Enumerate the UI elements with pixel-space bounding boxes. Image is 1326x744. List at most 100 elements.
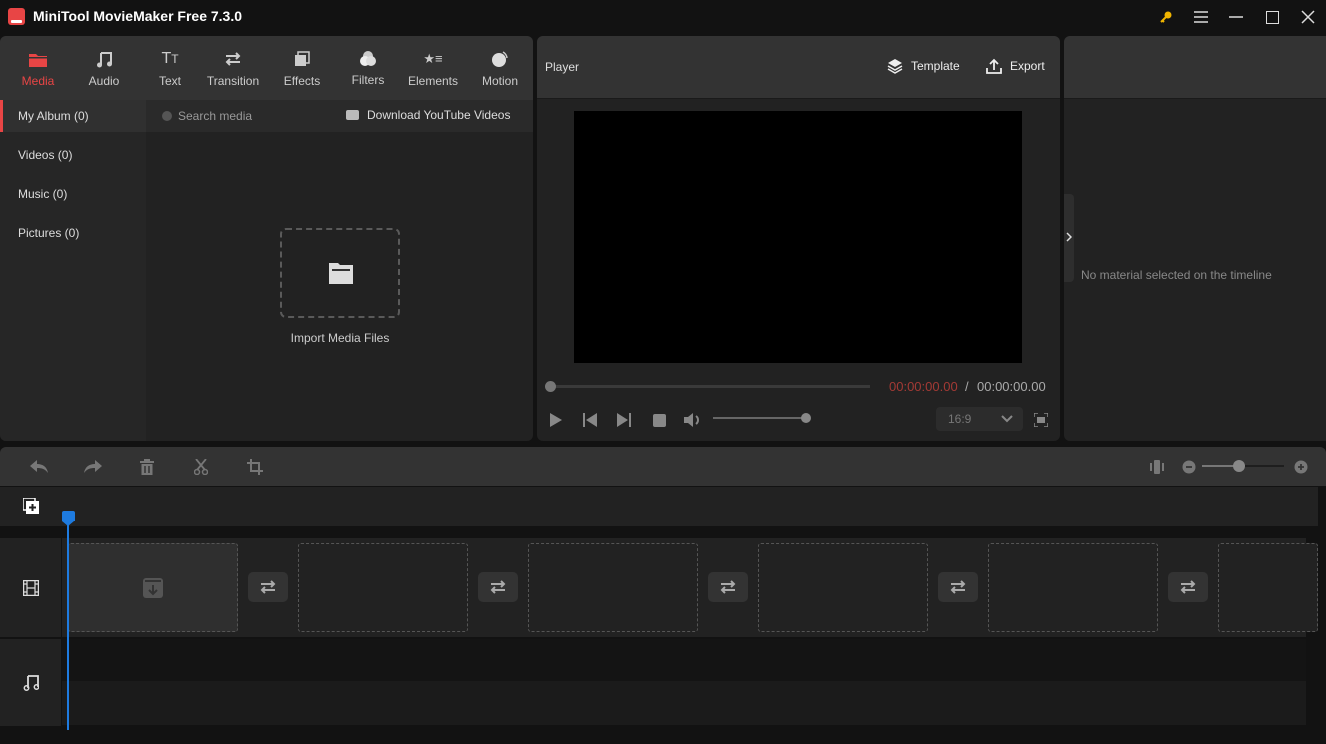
video-clip-slot[interactable] <box>528 543 698 632</box>
tab-media[interactable]: Media <box>5 36 71 100</box>
volume-icon[interactable] <box>683 410 703 430</box>
transition-arrows-icon <box>260 580 276 594</box>
tab-label: Effects <box>283 74 321 88</box>
zoom-out-icon[interactable] <box>1179 457 1199 477</box>
sidebar-item-music[interactable]: Music (0) <box>0 178 146 210</box>
transition-arrows-icon <box>720 580 736 594</box>
play-icon[interactable] <box>546 410 566 430</box>
audio-track[interactable] <box>62 639 1306 681</box>
player-panel: Player Template Export 00:00:00.00 / 00:… <box>537 36 1060 441</box>
menu-icon[interactable] <box>1183 0 1219 34</box>
transition-slot[interactable] <box>478 572 518 602</box>
timeline-toolbar <box>0 447 1326 486</box>
tab-label: Text <box>158 74 181 88</box>
music-note-icon <box>23 675 39 691</box>
key-icon[interactable] <box>1148 0 1184 34</box>
media-search-bar: Search media Download YouTube Videos <box>146 100 533 132</box>
main-toolbar: Media Audio TT Text Transition Effects F… <box>0 36 533 100</box>
export-icon <box>986 58 1002 74</box>
transition-arrows-icon <box>1180 580 1196 594</box>
current-time: 00:00:00.00 <box>889 379 958 394</box>
seek-bar[interactable] <box>550 385 870 388</box>
folder-icon <box>29 48 47 70</box>
transition-arrows-icon <box>224 48 242 70</box>
playhead-handle[interactable] <box>62 511 75 526</box>
tab-effects[interactable]: Effects <box>269 36 335 100</box>
volume-handle[interactable] <box>801 413 811 423</box>
player-header: Player Template Export <box>537 36 1060 99</box>
split-icon[interactable] <box>191 457 211 477</box>
video-clip-slot[interactable] <box>1218 543 1318 632</box>
seek-handle[interactable] <box>545 381 556 392</box>
properties-header <box>1064 36 1326 99</box>
elements-icon: ★≡ <box>423 51 443 66</box>
tab-label: Elements <box>407 74 459 88</box>
minimize-icon[interactable] <box>1218 0 1254 34</box>
video-clip-slot[interactable] <box>298 543 468 632</box>
fit-timeline-icon[interactable] <box>1147 457 1167 477</box>
total-time: 00:00:00.00 <box>977 379 1046 394</box>
transition-slot[interactable] <box>1168 572 1208 602</box>
maximize-icon[interactable] <box>1254 0 1290 34</box>
export-button[interactable]: Export <box>986 58 1045 74</box>
video-clip-slot[interactable] <box>758 543 928 632</box>
export-label: Export <box>1010 59 1045 73</box>
import-drop-zone[interactable] <box>280 228 400 318</box>
tab-transition[interactable]: Transition <box>200 36 266 100</box>
timeline-header-corner <box>0 487 62 526</box>
tab-filters[interactable]: Filters <box>335 36 401 100</box>
volume-slider[interactable] <box>713 417 806 419</box>
chevron-down-icon <box>1001 415 1013 423</box>
drop-here-icon <box>143 578 163 598</box>
video-preview[interactable] <box>574 111 1022 363</box>
add-track-icon[interactable] <box>23 498 39 514</box>
timeline-zoom-handle[interactable] <box>1232 460 1245 472</box>
template-label: Template <box>911 59 960 73</box>
layers-icon <box>887 59 903 74</box>
effects-icon <box>294 48 310 70</box>
search-input[interactable]: Search media <box>178 109 252 123</box>
template-button[interactable]: Template <box>887 58 960 74</box>
collapse-panel-button[interactable] <box>1064 194 1074 282</box>
download-youtube-button[interactable]: Download YouTube Videos <box>367 108 510 122</box>
sidebar-item-videos[interactable]: Videos (0) <box>0 139 146 171</box>
tab-motion[interactable]: Motion <box>467 36 533 100</box>
empty-state-message: No material selected on the timeline <box>1081 268 1272 282</box>
transition-slot[interactable] <box>708 572 748 602</box>
close-icon[interactable] <box>1290 0 1326 34</box>
title-bar: MiniTool MovieMaker Free 7.3.0 <box>0 0 1326 34</box>
audio-track[interactable] <box>62 681 1306 725</box>
delete-icon[interactable] <box>137 457 157 477</box>
time-separator: / <box>965 379 969 394</box>
zoom-in-icon[interactable] <box>1291 457 1311 477</box>
aspect-ratio-select[interactable]: 16:9 <box>936 407 1023 431</box>
transition-arrows-icon <box>490 580 506 594</box>
sidebar-item-pictures[interactable]: Pictures (0) <box>0 217 146 249</box>
tab-audio[interactable]: Audio <box>71 36 137 100</box>
transition-slot[interactable] <box>248 572 288 602</box>
redo-icon[interactable] <box>83 457 103 477</box>
timeline-ruler[interactable] <box>62 487 1318 526</box>
undo-icon[interactable] <box>29 457 49 477</box>
tab-label: Audio <box>88 74 120 88</box>
fullscreen-icon[interactable] <box>1031 410 1051 430</box>
app-logo-icon <box>8 8 25 25</box>
transition-slot[interactable] <box>938 572 978 602</box>
import-media-label[interactable]: Import Media Files <box>240 331 440 345</box>
tab-label: Filters <box>351 73 385 87</box>
video-clip-slot[interactable] <box>988 543 1158 632</box>
tab-elements[interactable]: ★≡ Elements <box>400 36 466 100</box>
tab-text[interactable]: TT Text <box>137 36 203 100</box>
youtube-download-icon <box>346 110 359 120</box>
crop-icon[interactable] <box>245 457 265 477</box>
stop-icon[interactable] <box>649 410 669 430</box>
transition-arrows-icon <box>950 580 966 594</box>
search-icon <box>162 111 172 121</box>
tab-label: Motion <box>481 74 519 88</box>
next-frame-icon[interactable] <box>614 410 634 430</box>
tab-label: Media <box>21 74 55 88</box>
previous-frame-icon[interactable] <box>580 410 600 430</box>
tab-label: Transition <box>206 74 260 88</box>
sidebar-item-my-album[interactable]: My Album (0) <box>0 100 146 132</box>
video-clip-slot[interactable] <box>68 543 238 632</box>
